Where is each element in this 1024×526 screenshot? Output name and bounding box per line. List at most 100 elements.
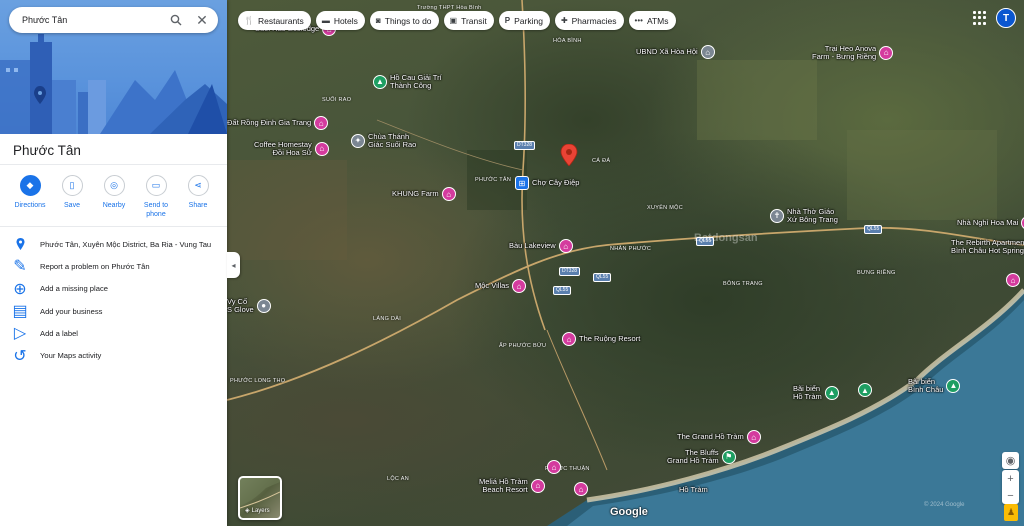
poi-marker[interactable]: The Grand Hồ Tràm ⌂ — [677, 430, 761, 444]
poi-marker[interactable]: Vy Cố S Glove ● — [227, 298, 271, 314]
poi-marker[interactable]: ⌂ The Ruộng Resort — [562, 332, 640, 346]
shop-icon: ● — [256, 298, 271, 313]
area-label: HÒA BÌNH — [553, 38, 582, 44]
add-missing-place-row[interactable]: ⊕ Add a missing place — [0, 278, 227, 300]
location-icon — [13, 237, 27, 251]
restaurant-icon: 🍴 — [244, 16, 254, 25]
poi-marker[interactable]: Đất Rồng Đinh Gia Trang ⌂ — [227, 116, 329, 130]
poi-marker[interactable]: ⌂ — [1006, 273, 1020, 287]
lodging-icon: ⌂ — [547, 460, 561, 474]
poi-marker[interactable]: Trại Heo Anova Farm - Bưng Riềng ⌂ — [812, 45, 894, 61]
poi-marker[interactable]: The Rebirth Apartment Bình Châu Hot Spri… — [951, 239, 1024, 255]
search-icon[interactable] — [166, 10, 186, 30]
search-input[interactable]: Phước Tân — [9, 15, 166, 25]
chip-transit[interactable]: ▣ Transit — [443, 11, 494, 30]
chip-things-to-do[interactable]: ◙ Things to do — [369, 11, 439, 30]
share-icon: ⋖ — [187, 175, 209, 196]
poi-marker[interactable]: Bãi biển Hồ Tràm ▲ — [793, 385, 839, 401]
lodging-icon: ⌂ — [314, 116, 329, 130]
directions-button[interactable]: ◆ Directions — [9, 175, 51, 219]
area-label: CÁ ĐÁ — [592, 158, 611, 164]
nearby-button[interactable]: ◎ Nearby — [93, 175, 135, 219]
chevron-left-icon: ◂ — [231, 260, 236, 270]
info-list: Phước Tân, Xuyên Mộc District, Ba Ria - … — [0, 233, 227, 367]
poi-marker[interactable]: ⊞ Chợ Cây Điệp — [515, 176, 579, 190]
poi-marker[interactable]: Bãi biển Bình Châu ▲ — [908, 377, 961, 394]
poi-label: Nhà Thờ Giáo Xứ Bông Trang — [787, 207, 838, 224]
poi-marker[interactable]: ⌂ — [547, 460, 561, 474]
action-buttons: ◆ Directions ▯ Save ◎ Nearby ▭ Send to p… — [9, 175, 219, 219]
poi-label: Nhà Nghỉ Hoa Mai — [957, 218, 1019, 228]
address-row[interactable]: Phước Tân, Xuyên Mộc District, Ba Ria - … — [0, 233, 227, 255]
chip-parking[interactable]: P Parking — [498, 11, 550, 30]
poi-label: Chợ Cây Điệp — [532, 178, 580, 188]
poi-label: KHUNG Farm — [392, 189, 439, 199]
chip-atms[interactable]: ••• ATMs — [628, 11, 676, 30]
search-box[interactable]: Phước Tân ✕ — [9, 7, 218, 33]
chip-restaurants[interactable]: 🍴 Restaurants — [238, 11, 311, 30]
collapse-panel-button[interactable]: ◂ — [227, 252, 240, 278]
chip-pharmacies[interactable]: ✚ Pharmacies — [554, 11, 624, 30]
poi-label: The Ruộng Resort — [579, 334, 641, 344]
parking-icon: P — [504, 16, 511, 25]
add-label-row[interactable]: ▷ Add a label — [0, 322, 227, 344]
place-title: Phước Tân — [13, 143, 81, 158]
camera-icon: ◙ — [375, 16, 381, 25]
poi-marker[interactable]: Hồ Tràm — [679, 486, 708, 494]
lodging-icon: ⌂ — [562, 332, 576, 346]
location-pin-icon[interactable] — [560, 144, 578, 166]
report-problem-row[interactable]: ✎ Report a problem on Phước Tân — [0, 255, 227, 277]
poi-marker[interactable]: ▲ Hồ Cau Giải Trí Thành Công — [373, 74, 442, 90]
area-label: BƯNG RIỀNG — [857, 270, 896, 276]
poi-marker[interactable]: KHUNG Farm ⌂ — [392, 187, 456, 201]
poi-marker[interactable]: The Bluffs Grand Hồ Tràm ⚑ — [667, 449, 736, 465]
poi-marker[interactable]: ▲ — [858, 383, 872, 397]
layers-button[interactable]: ◈ Layers — [238, 476, 282, 520]
poi-label: Bãi biển Bình Châu — [908, 377, 944, 394]
poi-marker[interactable]: Meliá Hồ Tràm Beach Resort ⌂ — [479, 478, 545, 494]
share-button[interactable]: ⋖ Share — [177, 175, 219, 219]
poi-marker[interactable]: Bàu Lakeview ⌂ — [509, 239, 573, 253]
poi-marker[interactable]: Coffee Homestay Đồi Hoa Sữ ⌂ — [254, 141, 329, 157]
send-to-phone-button[interactable]: ▭ Send to phone — [135, 175, 177, 219]
apps-grid-icon[interactable] — [973, 11, 987, 25]
chip-hotels[interactable]: ▬ Hotels — [315, 11, 365, 30]
beach-icon: ▲ — [824, 385, 839, 400]
lodging-icon: ⌂ — [441, 187, 456, 201]
phone-icon: ▭ — [145, 175, 167, 196]
poi-marker[interactable]: Nhà Nghỉ Hoa Mai ⌂ — [957, 216, 1024, 230]
road-shield: QL55 — [864, 225, 883, 234]
zoom-out-button[interactable]: − — [1007, 487, 1013, 504]
poi-label: UBND Xã Hòa Hội — [636, 47, 698, 57]
government-icon: ⌂ — [700, 45, 715, 59]
poi-marker[interactable]: ⌂ — [574, 482, 588, 496]
map-canvas[interactable]: Trường THPT Hòa Bình HÒA BÌNH SUỐI RAO P… — [227, 0, 1024, 526]
area-label: SUỐI RAO — [322, 97, 352, 103]
zoom-in-button[interactable]: + — [1007, 470, 1013, 487]
bookmark-icon: ▯ — [61, 175, 83, 196]
save-button[interactable]: ▯ Save — [51, 175, 93, 219]
poi-label: Bàu Lakeview — [509, 241, 556, 251]
poi-marker[interactable]: ✝ Nhà Thờ Giáo Xứ Bông Trang — [770, 208, 838, 224]
maps-activity-row[interactable]: ↺ Your Maps activity — [0, 344, 227, 366]
lodging-icon: ⌂ — [530, 478, 545, 493]
google-logo: Google — [610, 506, 648, 518]
street-view-pegman-icon[interactable]: ♟ — [1004, 504, 1018, 521]
more-icon: ••• — [634, 16, 643, 25]
poi-label: The Bluffs Grand Hồ Tràm — [667, 448, 719, 465]
account-avatar[interactable]: T — [996, 8, 1016, 28]
poi-label: The Rebirth Apartment Bình Châu Hot Spri… — [951, 238, 1024, 255]
store-icon: ▤ — [12, 303, 28, 321]
add-business-row[interactable]: ▤ Add your business — [0, 300, 227, 322]
area-label: PHƯỚC LONG THỌ — [230, 378, 286, 384]
poi-marker[interactable]: ✦ Chùa Thánh Giác Suối Rao — [351, 133, 416, 149]
golf-icon: ⚑ — [721, 449, 736, 464]
poi-marker[interactable]: Mộc Villas ⌂ — [475, 279, 527, 293]
lodging-icon: ⌂ — [314, 141, 329, 156]
market-icon: ⊞ — [515, 176, 529, 190]
area-label: LÁNG DÀI — [373, 316, 402, 322]
poi-marker[interactable]: UBND Xã Hòa Hội ⌂ — [636, 45, 715, 59]
close-icon[interactable]: ✕ — [192, 10, 212, 30]
my-location-button[interactable]: ◉ — [1002, 452, 1019, 469]
layers-icon: ◈ — [245, 508, 250, 514]
